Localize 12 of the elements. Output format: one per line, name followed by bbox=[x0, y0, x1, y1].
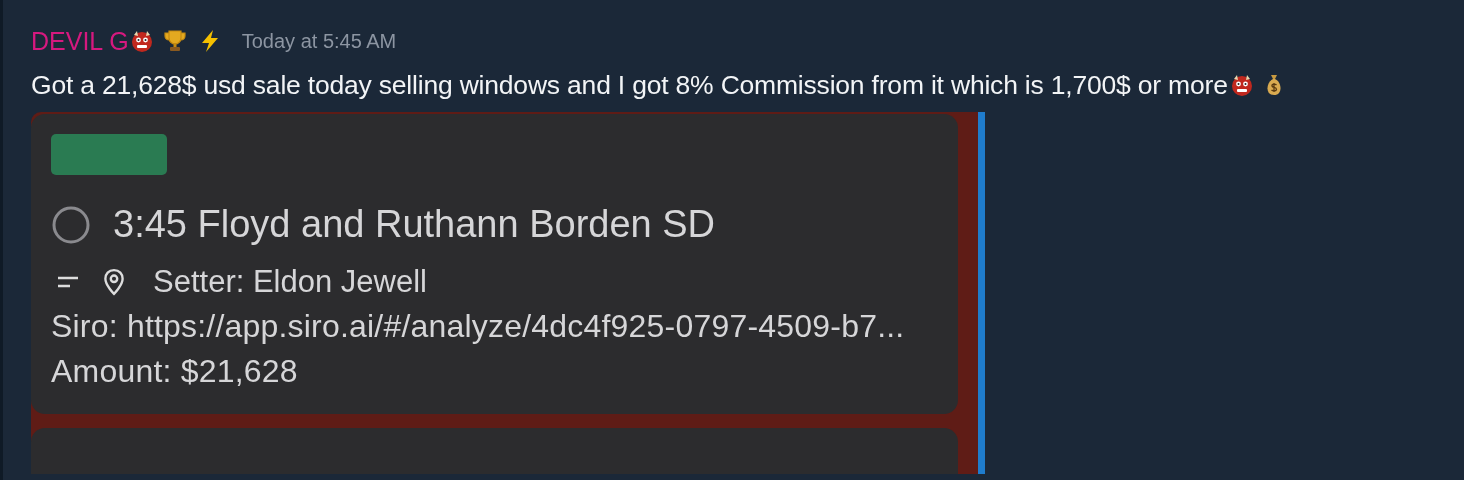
event-title: 3:45 Floyd and Ruthann Borden SD bbox=[113, 203, 716, 246]
siro-link-text: Siro: https://app.siro.ai/#/analyze/4dc4f925-0797-4509-b7... bbox=[51, 308, 906, 345]
trophy-icon bbox=[162, 29, 187, 53]
timestamp: Today at 5:45 AM bbox=[241, 29, 397, 53]
amount-text: Amount: $21,628 bbox=[51, 353, 299, 390]
ogre-icon bbox=[1229, 73, 1254, 97]
notes-icon bbox=[57, 276, 79, 288]
ogre-icon bbox=[129, 29, 154, 53]
message-text: Got a 21,628$ usd sale today selling windows and I got 8% Commission from it which is 1,700$ or more bbox=[31, 69, 1228, 101]
setter-text: Setter: Eldon Jewell bbox=[153, 264, 427, 300]
location-pin-icon bbox=[103, 268, 125, 296]
attachment-image[interactable]: 3:45 Floyd and Ruthann Borden SD Setter: Eldon Jewell Siro: https://app.siro.ai/#/analyze/4dc4f925-0797-4509-b7... Amount: $21,628 bbox=[31, 112, 985, 474]
